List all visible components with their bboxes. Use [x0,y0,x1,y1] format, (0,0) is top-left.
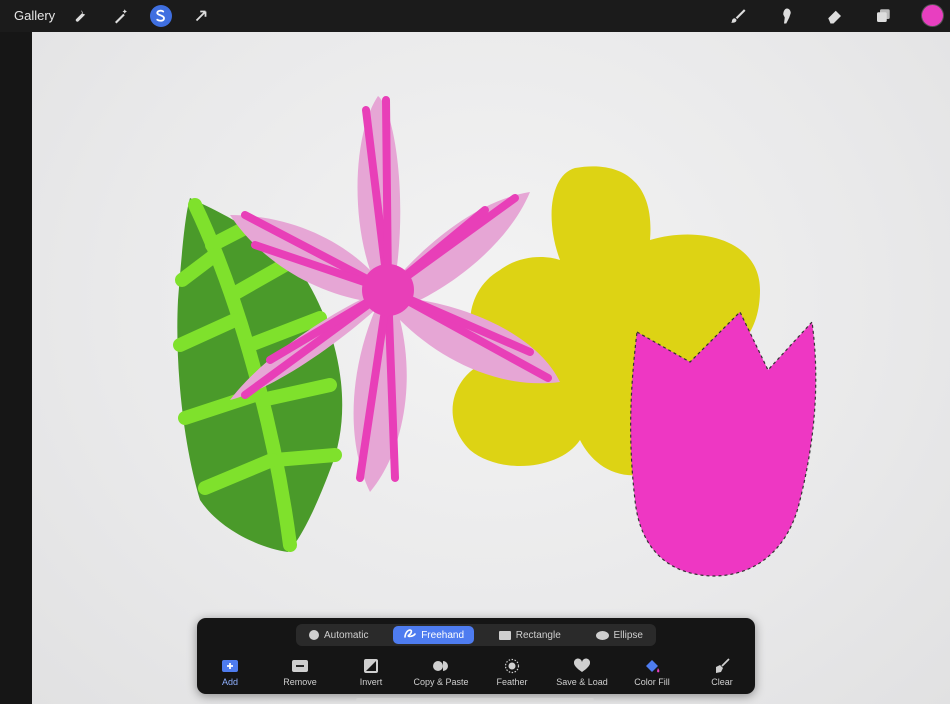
action-label: Copy & Paste [413,677,469,687]
rectangle-icon [498,630,511,640]
pink-tulip-selected [630,310,817,577]
selection-panel: Automatic Freehand Rectangle Ellipse Add… [197,618,755,694]
invert-icon [364,659,378,673]
add-icon [222,660,238,672]
transform-arrow-icon[interactable] [190,5,212,27]
feather-button[interactable]: Feather [477,658,547,687]
mode-label: Rectangle [515,629,561,641]
ellipse-icon [595,630,609,640]
artwork [173,96,817,577]
circle-icon [309,630,319,640]
clear-broom-icon [716,658,730,673]
color-fill-icon [646,660,660,673]
copy-paste-button[interactable]: Copy & Paste [406,658,476,687]
home-indicator [356,698,594,702]
drawing-canvas[interactable] [32,32,950,704]
freehand-icon [403,628,417,642]
mode-label: Automatic [324,629,369,641]
action-label: Remove [283,677,317,687]
remove-button[interactable]: Remove [265,658,335,687]
selection-mode-bar: Automatic Freehand Rectangle Ellipse [296,624,656,646]
action-label: Add [221,677,238,687]
action-label: Invert [359,677,383,687]
mode-rectangle[interactable]: Rectangle [489,626,571,644]
copy-paste-icon [433,661,448,671]
color-fill-button[interactable]: Color Fill [617,658,687,687]
action-label: Feather [496,677,528,687]
smudge-icon[interactable] [776,5,798,27]
eraser-icon[interactable] [824,5,846,27]
selection-actions: Add Remove Invert Copy & Paste Feather S… [197,656,755,694]
mode-label: Freehand [421,629,465,641]
feather-icon [504,658,520,674]
mode-freehand[interactable]: Freehand [393,626,475,644]
mode-automatic[interactable]: Automatic [299,626,378,644]
mode-label: Ellipse [613,629,643,641]
top-toolbar: Gallery [0,0,950,32]
wrench-icon[interactable] [69,5,91,27]
invert-button[interactable]: Invert [336,658,406,687]
magic-wand-icon[interactable] [110,5,132,27]
side-strip [0,32,32,704]
mode-ellipse[interactable]: Ellipse [586,626,653,644]
action-label: Save & Load [556,677,608,687]
action-label: Clear [711,677,733,687]
remove-icon [292,660,308,672]
add-button[interactable]: Add [195,658,265,687]
color-swatch[interactable] [922,5,943,26]
layers-icon[interactable] [872,5,894,27]
heart-icon [573,658,591,672]
brush-icon[interactable] [727,5,749,27]
clear-button[interactable]: Clear [687,658,757,687]
action-label: Color Fill [634,677,670,687]
save-load-button[interactable]: Save & Load [547,658,617,687]
gallery-button[interactable]: Gallery [14,8,55,23]
selection-icon[interactable] [150,5,172,27]
